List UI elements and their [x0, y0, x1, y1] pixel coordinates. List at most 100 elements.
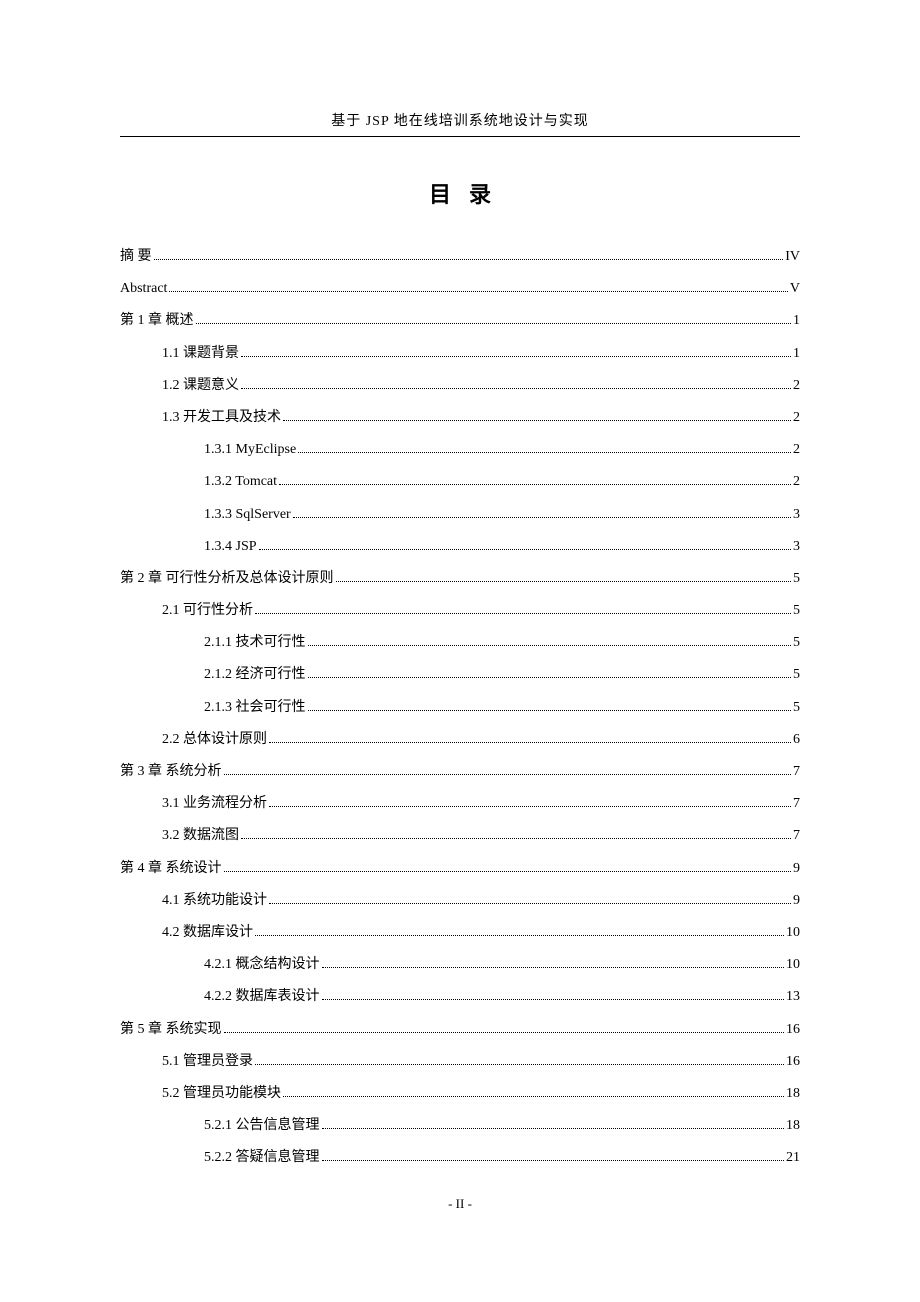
toc-leader-dots	[322, 1160, 785, 1161]
toc-entry-page: 1	[793, 338, 800, 370]
page-number: - II -	[448, 1196, 472, 1211]
toc-entry-label: 1.2 课题意义	[162, 370, 239, 402]
toc-title: 目录	[120, 177, 800, 209]
toc-leader-dots	[269, 903, 791, 904]
toc-leader-dots	[283, 420, 791, 421]
toc-entry-label: 4.2 数据库设计	[162, 917, 253, 949]
table-of-contents: 摘 要IVAbstractV第 1 章 概述11.1 课题背景11.2 课题意义…	[120, 241, 800, 1174]
toc-entry-page: 16	[786, 1046, 800, 1078]
toc-entry-page: V	[790, 273, 800, 305]
toc-leader-dots	[224, 871, 792, 872]
toc-entry-label: 1.1 课题背景	[162, 338, 239, 370]
toc-leader-dots	[283, 1096, 784, 1097]
toc-entry-page: 10	[786, 949, 800, 981]
toc-entry: 1.1 课题背景 1	[120, 338, 800, 370]
toc-entry: 1.3.4 JSP 3	[120, 531, 800, 563]
toc-leader-dots	[269, 742, 791, 743]
toc-entry: 2.1.2 经济可行性 5	[120, 659, 800, 691]
toc-entry: 1.3 开发工具及技术 2	[120, 402, 800, 434]
toc-leader-dots	[224, 774, 792, 775]
toc-leader-dots	[259, 549, 791, 550]
toc-entry: 1.2 课题意义 2	[120, 370, 800, 402]
toc-entry-page: 3	[793, 531, 800, 563]
toc-leader-dots	[255, 935, 784, 936]
toc-leader-dots	[255, 1064, 784, 1065]
toc-leader-dots	[298, 452, 791, 453]
toc-entry-page: 21	[786, 1142, 800, 1174]
toc-entry-label: 5.1 管理员登录	[162, 1046, 253, 1078]
toc-leader-dots	[336, 581, 792, 582]
toc-entry-label: 2.1.3 社会可行性	[204, 692, 306, 724]
toc-entry-page: 18	[786, 1110, 800, 1142]
toc-leader-dots	[308, 645, 792, 646]
toc-entry-page: 6	[793, 724, 800, 756]
toc-entry-label: 2.1.2 经济可行性	[204, 659, 306, 691]
toc-entry-page: 5	[793, 659, 800, 691]
toc-entry-label: 第 3 章 系统分析	[120, 756, 222, 788]
toc-entry-label: 1.3.4 JSP	[204, 531, 257, 563]
toc-entry-label: 4.1 系统功能设计	[162, 885, 267, 917]
toc-entry-label: 1.3.3 SqlServer	[204, 499, 291, 531]
toc-leader-dots	[293, 517, 791, 518]
toc-entry-page: 18	[786, 1078, 800, 1110]
toc-entry-page: 2	[793, 370, 800, 402]
toc-entry-page: 16	[786, 1014, 800, 1046]
toc-entry: 5.2.1 公告信息管理18	[120, 1110, 800, 1142]
toc-entry-page: 2	[793, 466, 800, 498]
toc-entry-page: 9	[793, 853, 800, 885]
toc-entry: 4.2 数据库设计 10	[120, 917, 800, 949]
toc-entry-label: 第 2 章 可行性分析及总体设计原则	[120, 563, 334, 595]
toc-leader-dots	[154, 259, 784, 260]
toc-leader-dots	[279, 484, 791, 485]
toc-entry-label: 2.1.1 技术可行性	[204, 627, 306, 659]
toc-entry: AbstractV	[120, 273, 800, 305]
toc-entry-label: 第 1 章 概述	[120, 305, 194, 337]
toc-entry-label: 第 5 章 系统实现	[120, 1014, 222, 1046]
toc-entry-page: 5	[793, 627, 800, 659]
toc-leader-dots	[322, 967, 785, 968]
toc-leader-dots	[241, 356, 791, 357]
toc-entry: 2.1 可行性分析 5	[120, 595, 800, 627]
toc-leader-dots	[322, 1128, 785, 1129]
toc-leader-dots	[269, 806, 791, 807]
toc-entry-label: 4.2.1 概念结构设计	[204, 949, 320, 981]
toc-entry-page: 10	[786, 917, 800, 949]
toc-entry-page: 2	[793, 434, 800, 466]
toc-entry: 2.2 总体设计原则 6	[120, 724, 800, 756]
toc-entry-page: 1	[793, 305, 800, 337]
toc-entry-page: 2	[793, 402, 800, 434]
toc-entry-label: 4.2.2 数据库表设计	[204, 981, 320, 1013]
toc-entry-page: 7	[793, 788, 800, 820]
toc-entry-label: 2.2 总体设计原则	[162, 724, 267, 756]
toc-entry: 第 2 章 可行性分析及总体设计原则 5	[120, 563, 800, 595]
toc-entry-label: 摘 要	[120, 241, 152, 273]
toc-entry: 3.1 业务流程分析 7	[120, 788, 800, 820]
toc-entry-label: 5.2 管理员功能模块	[162, 1078, 281, 1110]
toc-entry-page: 5	[793, 692, 800, 724]
toc-entry-page: 5	[793, 595, 800, 627]
toc-leader-dots	[241, 388, 791, 389]
toc-leader-dots	[322, 999, 785, 1000]
toc-entry: 1.3.3 SqlServer3	[120, 499, 800, 531]
toc-entry: 2.1.3 社会可行性 5	[120, 692, 800, 724]
toc-entry-page: 5	[793, 563, 800, 595]
header-divider	[120, 136, 800, 137]
toc-entry: 4.2.1 概念结构设计 10	[120, 949, 800, 981]
toc-entry-label: 5.2.2 答疑信息管理	[204, 1142, 320, 1174]
toc-leader-dots	[224, 1032, 785, 1033]
document-header-title: 基于 JSP 地在线培训系统地设计与实现	[120, 110, 800, 130]
toc-entry-page: IV	[785, 241, 800, 273]
toc-entry-page: 9	[793, 885, 800, 917]
toc-entry: 1.3.1 MyEclipse2	[120, 434, 800, 466]
toc-entry: 5.2.2 答疑信息管理 21	[120, 1142, 800, 1174]
toc-entry: 2.1.1 技术可行性 5	[120, 627, 800, 659]
toc-entry: 5.1 管理员登录 16	[120, 1046, 800, 1078]
toc-entry-label: 2.1 可行性分析	[162, 595, 253, 627]
toc-entry-label: 1.3 开发工具及技术	[162, 402, 281, 434]
toc-entry: 5.2 管理员功能模块 18	[120, 1078, 800, 1110]
toc-entry: 4.1 系统功能设计 9	[120, 885, 800, 917]
toc-entry-page: 7	[793, 820, 800, 852]
toc-entry-label: 3.2 数据流图	[162, 820, 239, 852]
toc-entry-label: 3.1 业务流程分析	[162, 788, 267, 820]
toc-entry: 第 5 章 系统实现 16	[120, 1014, 800, 1046]
